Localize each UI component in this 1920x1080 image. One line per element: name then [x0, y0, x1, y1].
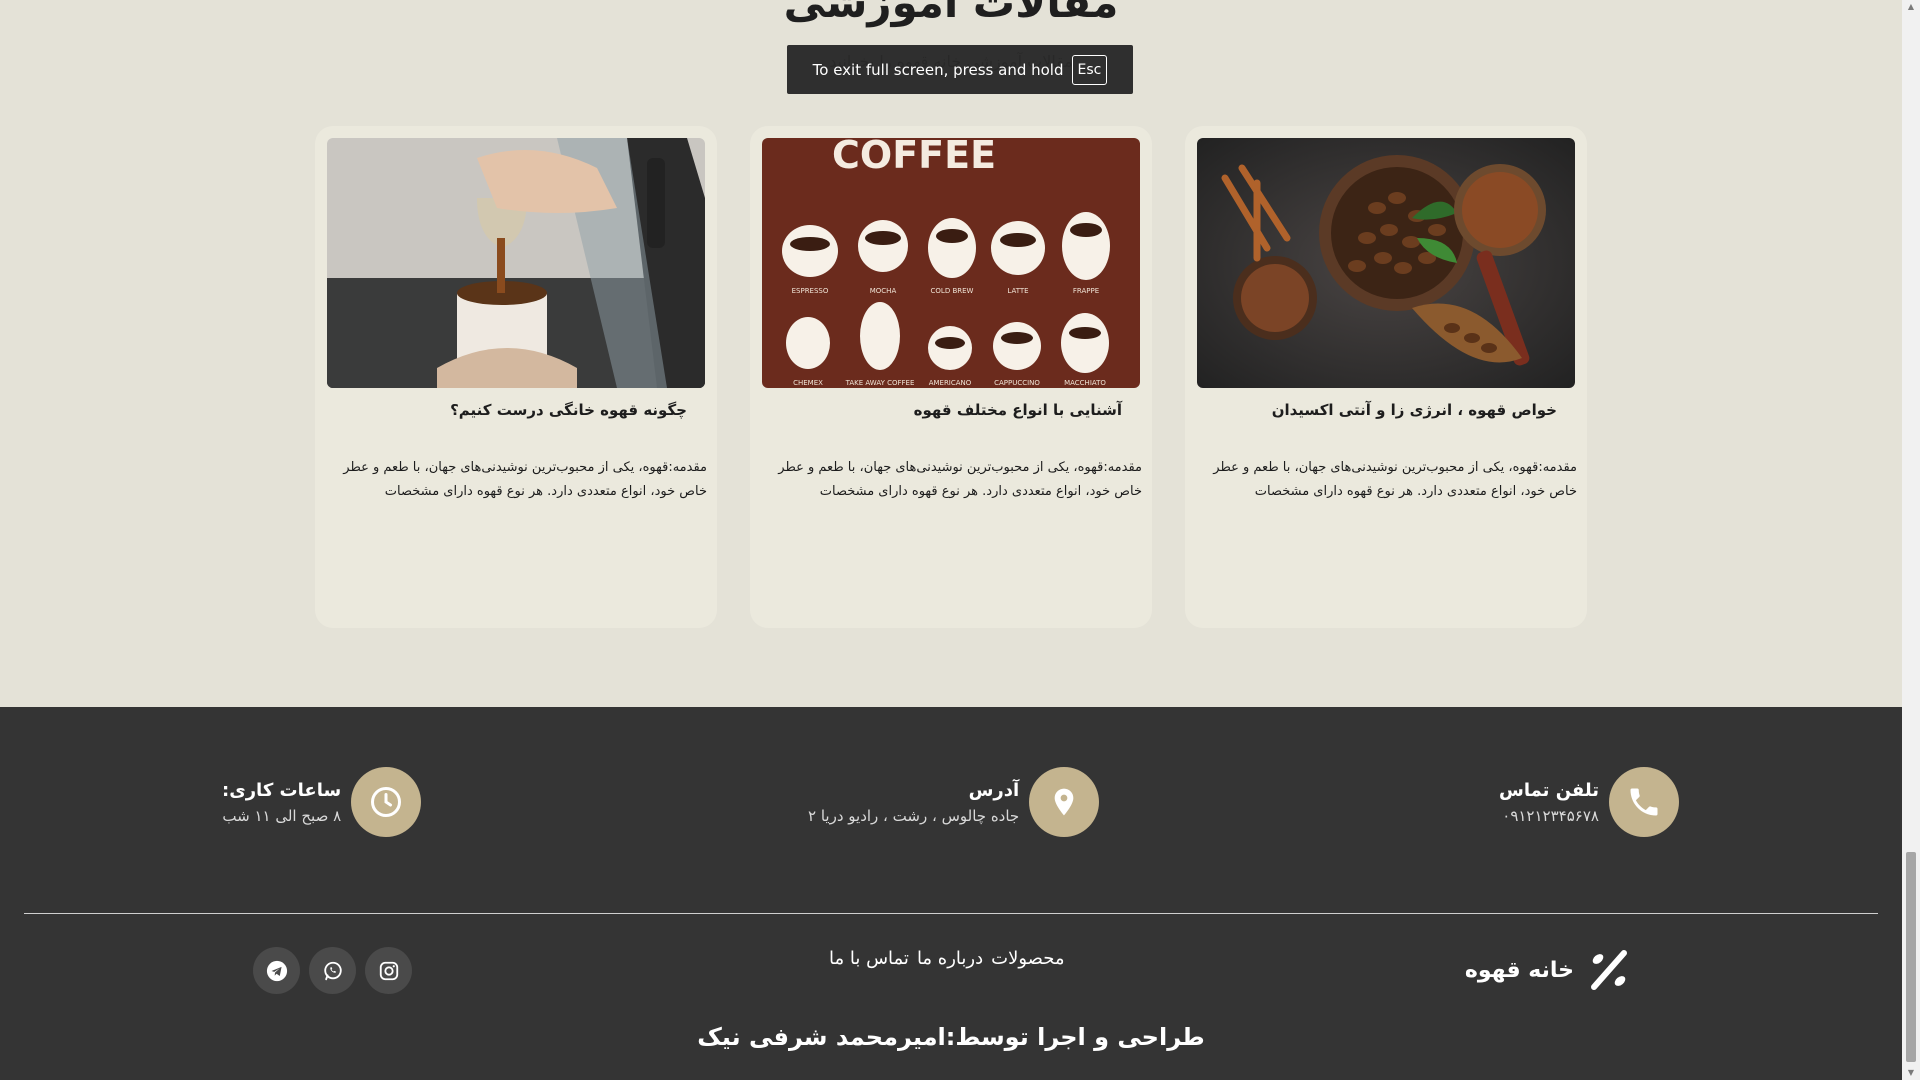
- coffee-logo-icon: [1591, 950, 1627, 990]
- coffee-label: MACCHIATO: [1064, 379, 1106, 387]
- brand-name: خانه قهوه: [1464, 957, 1574, 983]
- article-excerpt: مقدمه:قهوه، یکی از محبوب‌ترین نوشیدنی‌ها…: [1213, 460, 1577, 499]
- hours-label: ساعات کاری:: [222, 779, 342, 801]
- footer-divider: [24, 913, 1878, 914]
- article-card[interactable]: چگونه قهوه خانگی درست کنیم؟ مقدمه:قهوه، …: [315, 126, 717, 628]
- telegram-icon[interactable]: [253, 947, 300, 994]
- esc-key-badge: Esc: [1071, 54, 1108, 85]
- social-links: [253, 947, 412, 994]
- footer-nav: محصولات درباره ما تماس با ما: [829, 948, 1065, 969]
- article-image-pouring-coffee[interactable]: [327, 138, 705, 388]
- article-image-coffee-types[interactable]: COFFEE ESPRESSO MOCHA COLD BREW LATTE FR…: [762, 138, 1140, 388]
- coffee-label: CHEMEX: [793, 379, 823, 387]
- hours-value: ۸ صبح الی ۱۱ شب: [222, 806, 342, 825]
- footer-link-about[interactable]: درباره ما: [917, 948, 983, 969]
- article-title[interactable]: چگونه قهوه خانگی درست کنیم؟: [450, 401, 687, 419]
- fullscreen-notice-text: To exit full screen, press and hold: [812, 60, 1064, 79]
- coffee-label: CAPPUCCINO: [994, 379, 1040, 387]
- coffee-label: LATTE: [1007, 287, 1028, 295]
- designer-credit: طراحی و اجرا توسط:امیرمحمد شرفی نیک: [697, 1023, 1205, 1051]
- coffee-label: AMERICANO: [929, 379, 972, 387]
- address-value: جاده چالوس ، رشت ، رادیو دریا ۲: [808, 806, 1020, 825]
- phone-label: تلفن تماس: [1499, 779, 1599, 801]
- coffee-label: COLD BREW: [931, 287, 974, 295]
- coffee-label: ESPRESSO: [792, 287, 829, 295]
- whatsapp-icon[interactable]: [309, 947, 356, 994]
- address-label: آدرس: [968, 779, 1020, 801]
- article-card[interactable]: COFFEE ESPRESSO MOCHA COLD BREW LATTE FR…: [750, 126, 1152, 628]
- coffee-menu-heading: COFFEE: [832, 138, 996, 177]
- article-title[interactable]: خواص قهوه ، انرژی زا و آنتی اکسیدان: [1272, 401, 1557, 419]
- coffee-label: MOCHA: [870, 287, 897, 295]
- phone-icon: [1608, 767, 1679, 837]
- article-excerpt: مقدمه:قهوه، یکی از محبوب‌ترین نوشیدنی‌ها…: [343, 460, 707, 499]
- fullscreen-notice: To exit full screen, press and hold Esc: [787, 45, 1133, 94]
- contact-phone: تلفن تماس ۰۹۱۲۱۲۳۴۵۶۷۸: [1499, 767, 1679, 837]
- article-card[interactable]: خواص قهوه ، انرژی زا و آنتی اکسیدان مقدم…: [1185, 126, 1587, 628]
- contact-address: آدرس جاده چالوس ، رشت ، رادیو دریا ۲: [808, 767, 1100, 837]
- scroll-down-icon[interactable]: ▼: [1902, 1066, 1920, 1080]
- scrollbar-thumb[interactable]: [1906, 852, 1916, 1062]
- footer-link-products[interactable]: محصولات: [991, 948, 1064, 969]
- page-scrollbar[interactable]: ▲ ▼: [1902, 0, 1920, 1080]
- clock-icon: [351, 767, 422, 837]
- footer-link-contact[interactable]: تماس با ما: [829, 948, 909, 969]
- coffee-label: FRAPPE: [1073, 287, 1099, 295]
- page: مقالات آموزشی مقالات آموزشی خانه قهوه را…: [0, 0, 1902, 1080]
- article-excerpt: مقدمه:قهوه، یکی از محبوب‌ترین نوشیدنی‌ها…: [778, 460, 1142, 499]
- location-pin-icon: [1029, 767, 1100, 837]
- footer: تلفن تماس ۰۹۱۲۱۲۳۴۵۶۷۸ آدرس جاده چالوس ،…: [0, 707, 1902, 1080]
- scroll-up-icon[interactable]: ▲: [1902, 0, 1920, 14]
- section-title: مقالات آموزشی: [783, 0, 1119, 27]
- coffee-label: TAKE AWAY COFFEE: [845, 379, 915, 387]
- brand[interactable]: خانه قهوه: [1465, 947, 1632, 993]
- phone-number[interactable]: ۰۹۱۲۱۲۳۴۵۶۷۸: [1499, 807, 1599, 825]
- article-image-coffee-beans[interactable]: [1197, 138, 1575, 388]
- article-title[interactable]: آشنایی با انواع مختلف قهوه: [914, 401, 1122, 419]
- working-hours: ساعات کاری: ۸ صبح الی ۱۱ شب: [222, 767, 422, 837]
- instagram-icon[interactable]: [365, 947, 412, 994]
